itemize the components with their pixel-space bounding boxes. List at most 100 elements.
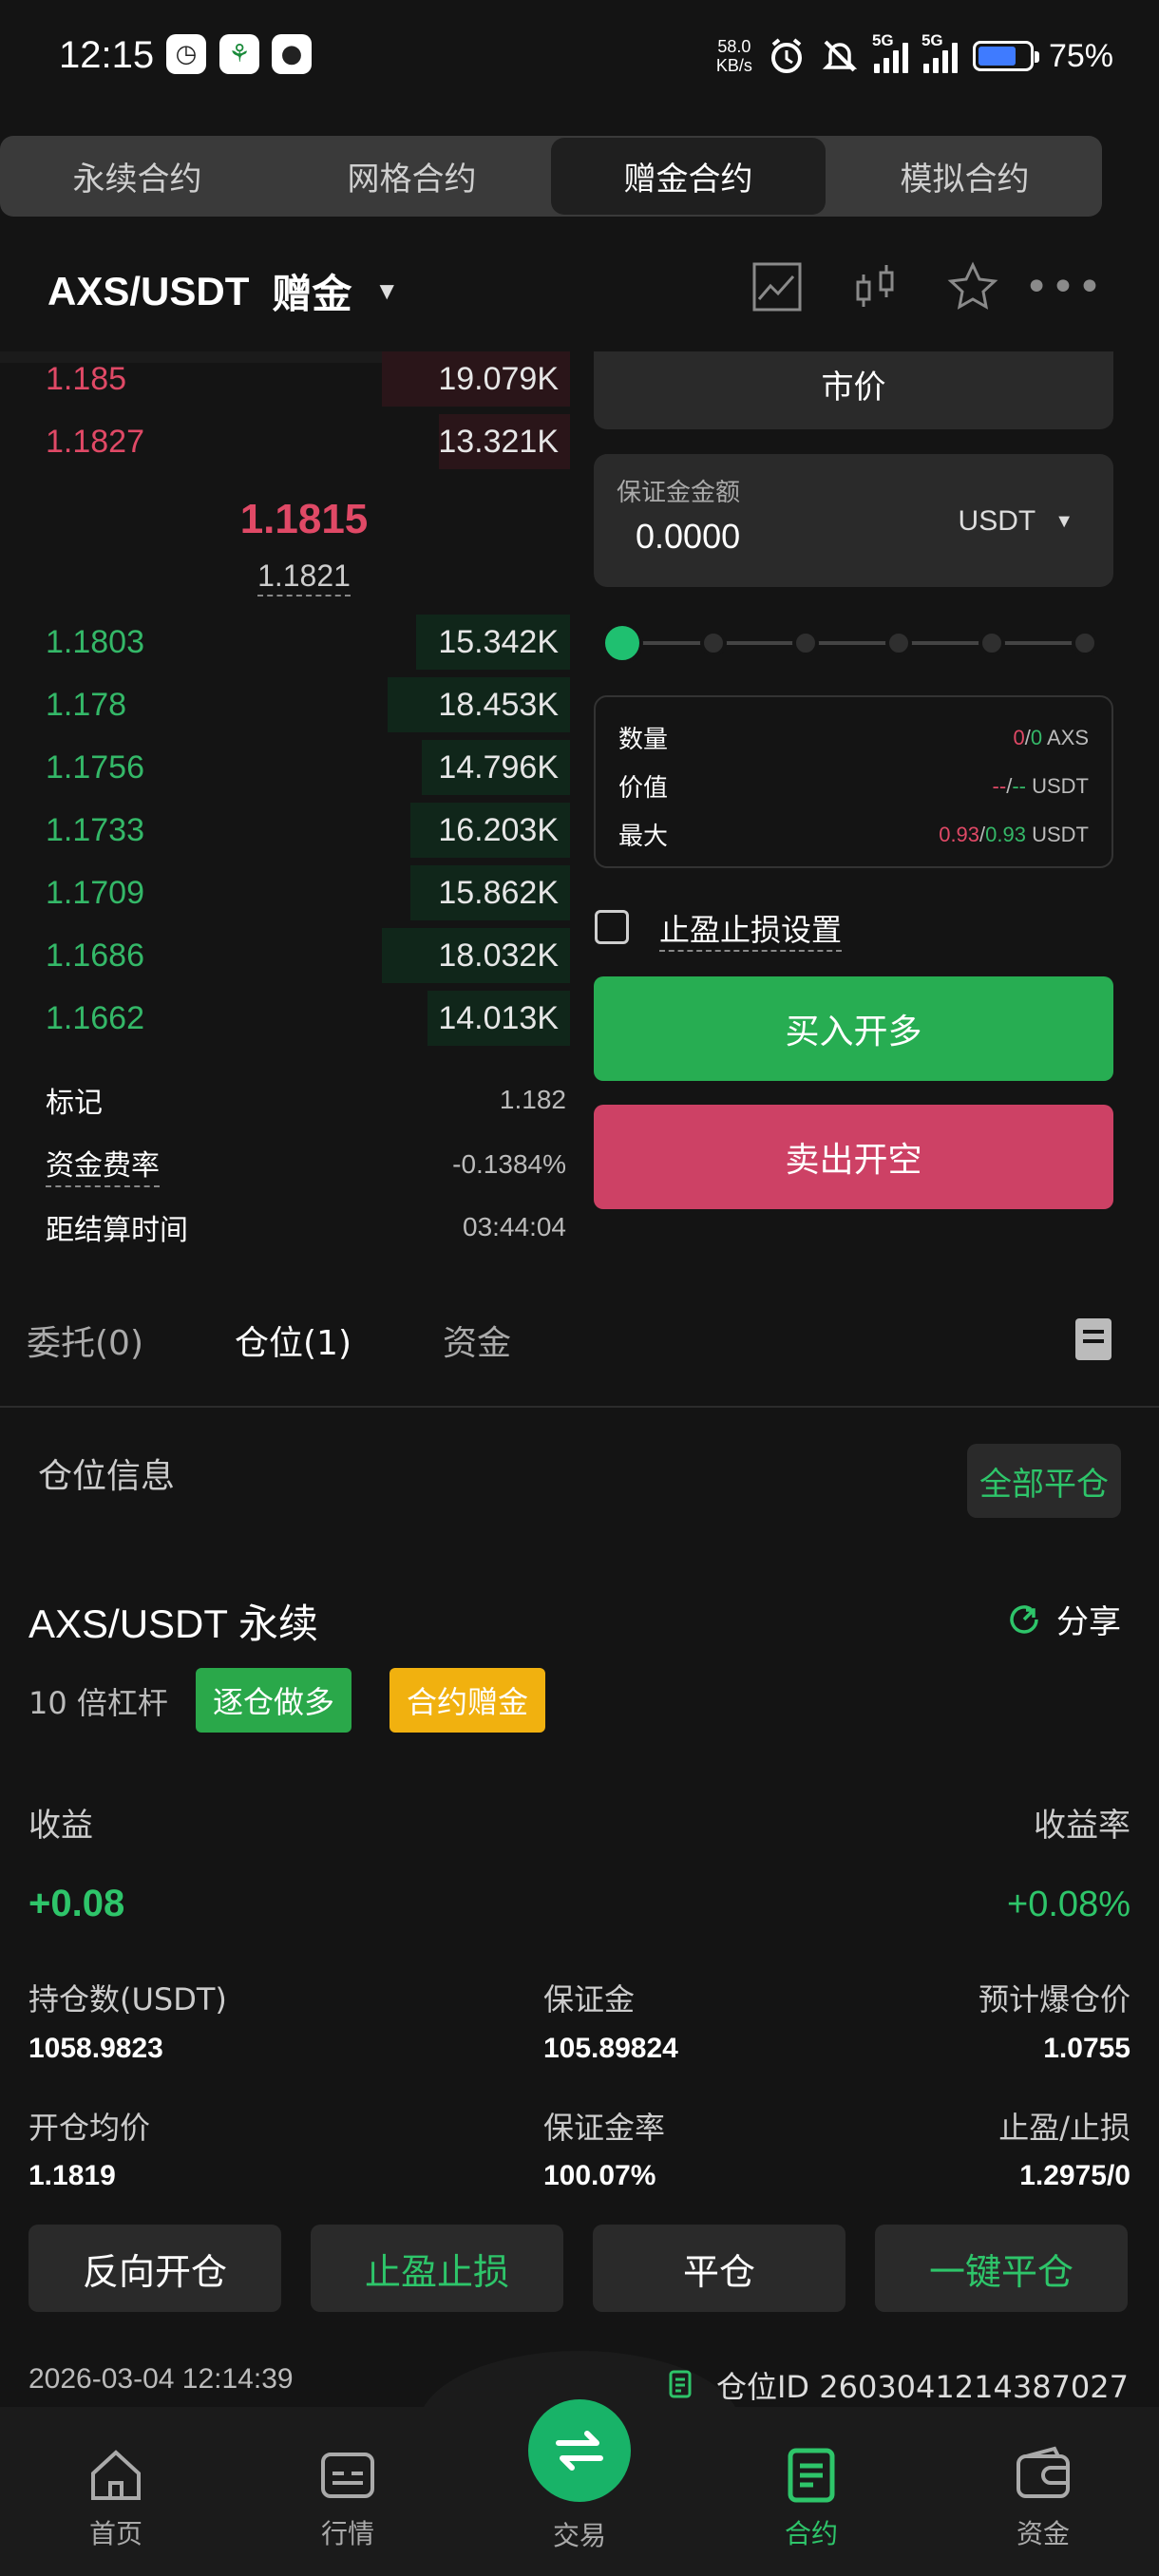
position-timestamp: 2026-03-04 12:14:39 [28,2363,294,2395]
ask-price: 1.185 [46,361,127,397]
nav-trade[interactable]: 交易 [504,2515,656,2553]
bid-price: 1.178 [46,687,127,723]
margin-value[interactable]: 0.0000 [636,517,740,557]
status-bar: 12:15 ◷ ⚘ ● 58.0 KB/s 5G 5G 75% [0,0,1159,114]
app-notification-icon: ⚘ [219,34,259,74]
summary-label: 价值 [618,774,669,803]
tab-orders[interactable]: 委托(0) [27,1316,143,1365]
one-click-close-button[interactable]: 一键平仓 [875,2225,1128,2312]
order-type-select[interactable]: 市价 [594,351,1113,429]
summary-b: 0 [1030,725,1043,749]
market-icon [317,2445,378,2506]
margin-unit-select[interactable]: USDT ▼ [959,505,1074,538]
tpsl-label[interactable]: 止盈止损设置 [659,906,843,952]
trade-button[interactable] [528,2399,631,2502]
nav-label: 行情 [320,2518,374,2549]
contract-tabs: 永续合约 网格合约 赠金合约 模拟合约 [0,136,1102,217]
more-icon[interactable]: ••• [1024,256,1102,317]
position-section-title: 仓位信息 [38,1457,176,1496]
tab-assets[interactable]: 资金 [443,1316,511,1365]
nav-label: 交易 [552,2520,606,2551]
stat-label: 保证金率 [543,2110,666,2146]
info-label: 资金费率 [46,1142,160,1187]
slider-handle[interactable] [601,622,643,664]
stat-value: 100.07% [543,2160,656,2191]
mark-price: 1.1821 [190,559,418,597]
tab-positions[interactable]: 仓位(1) [235,1316,352,1365]
nav-market[interactable]: 行情 [272,2445,424,2551]
candlestick-icon[interactable] [846,256,906,317]
margin-label: 保证金金额 [617,479,741,507]
nav-home[interactable]: 首页 [40,2445,192,2551]
bid-row[interactable]: 1.1756 14.796K [0,738,570,797]
battery-icon [972,41,1039,71]
stat-label: 保证金 [543,1981,636,2017]
roe-label: 收益率 [1034,1807,1130,1845]
sell-short-button[interactable]: 卖出开空 [594,1105,1113,1209]
chart-icon[interactable] [747,256,808,317]
tpsl-label-text: 止盈止损设置 [659,912,843,952]
close-all-button[interactable]: 全部平仓 [967,1444,1121,1518]
share-button[interactable]: 分享 [1005,1596,1121,1642]
clock: 12:15 [59,34,155,76]
tab-grid[interactable]: 网格合约 [275,136,549,217]
bid-row[interactable]: 1.1733 16.203K [0,801,570,860]
summary-b: -- [1012,773,1026,798]
bid-row[interactable]: 1.1709 15.862K [0,863,570,922]
divider [0,1406,1159,1408]
close-position-button[interactable]: 平仓 [593,2225,846,2312]
summary-b: 0.93 [985,822,1026,846]
ask-row[interactable]: 1.1827 13.321K [0,412,570,471]
summary-value: --/-- USDT [992,773,1089,798]
signal-icon: 5G [922,31,958,73]
summary-unit: AXS [1046,725,1089,749]
screen: { "status_bar": {"time": "12:15", "speed… [0,0,1159,2576]
summary-a: 0 [1013,725,1025,749]
summary-qty: 数量 0/0 AXS [618,720,1089,755]
summary-max: 最大 0.93/0.93 USDT [618,817,1089,852]
last-price: 1.1815 [239,496,369,542]
nav-contract[interactable]: 合约 [735,2445,887,2551]
bid-row[interactable]: 1.1803 15.342K [0,613,570,672]
nav-label: 首页 [88,2518,142,2549]
slider-step[interactable] [885,630,912,656]
stat-value: 1.0755 [1043,2033,1130,2064]
summary-value: 0/0 AXS [1013,725,1089,749]
info-mark: 标记 1.182 [46,1079,566,1121]
info-label: 距结算时间 [46,1214,188,1247]
bid-price: 1.1662 [46,1000,144,1036]
bid-row[interactable]: 1.1662 14.013K [0,989,570,1048]
slider-step[interactable] [792,630,819,656]
stat-label: 预计爆仓价 [978,1981,1130,2017]
tab-perpetual[interactable]: 永续合约 [0,136,275,217]
reverse-open-button[interactable]: 反向开仓 [28,2225,281,2312]
amount-slider[interactable] [621,641,1087,645]
tpsl-button[interactable]: 止盈止损 [311,2225,563,2312]
position-id[interactable]: 仓位ID 2603041214387027 [665,2363,1129,2407]
pair-selector[interactable]: AXS/USDT 赠金 ▼ [48,262,399,320]
tab-demo[interactable]: 模拟合约 [827,136,1102,217]
nav-wallet[interactable]: 资金 [967,2445,1119,2551]
buy-long-button[interactable]: 买入开多 [594,976,1113,1081]
slider-step[interactable] [700,630,727,656]
bid-row[interactable]: 1.178 18.453K [0,675,570,734]
mute-icon [822,40,858,72]
ask-row[interactable]: 1.185 19.079K [0,350,570,408]
slider-step[interactable] [978,630,1005,656]
order-summary: 数量 0/0 AXS 价值 --/-- USDT 最大 0.93/0.93 US… [594,695,1113,868]
pnl-label: 收益 [28,1807,93,1845]
tab-bonus[interactable]: 赠金合约 [551,138,826,215]
share-icon [1010,1604,1038,1634]
stat-label: 开仓均价 [28,2110,151,2146]
star-icon[interactable] [942,256,1003,317]
slider-step[interactable] [1072,630,1098,656]
margin-input[interactable]: 保证金金额 0.0000 USDT ▼ [594,454,1113,587]
bid-row[interactable]: 1.1686 18.032K [0,926,570,985]
bid-qty: 16.203K [438,812,559,848]
info-value: 03:44:04 [463,1212,566,1241]
signal-icon: 5G [872,31,908,73]
tpsl-checkbox[interactable] [595,910,629,944]
document-icon[interactable] [1075,1318,1112,1360]
copy-icon [669,2370,692,2398]
info-funding-rate[interactable]: 资金费率 -0.1384% [46,1142,566,1187]
